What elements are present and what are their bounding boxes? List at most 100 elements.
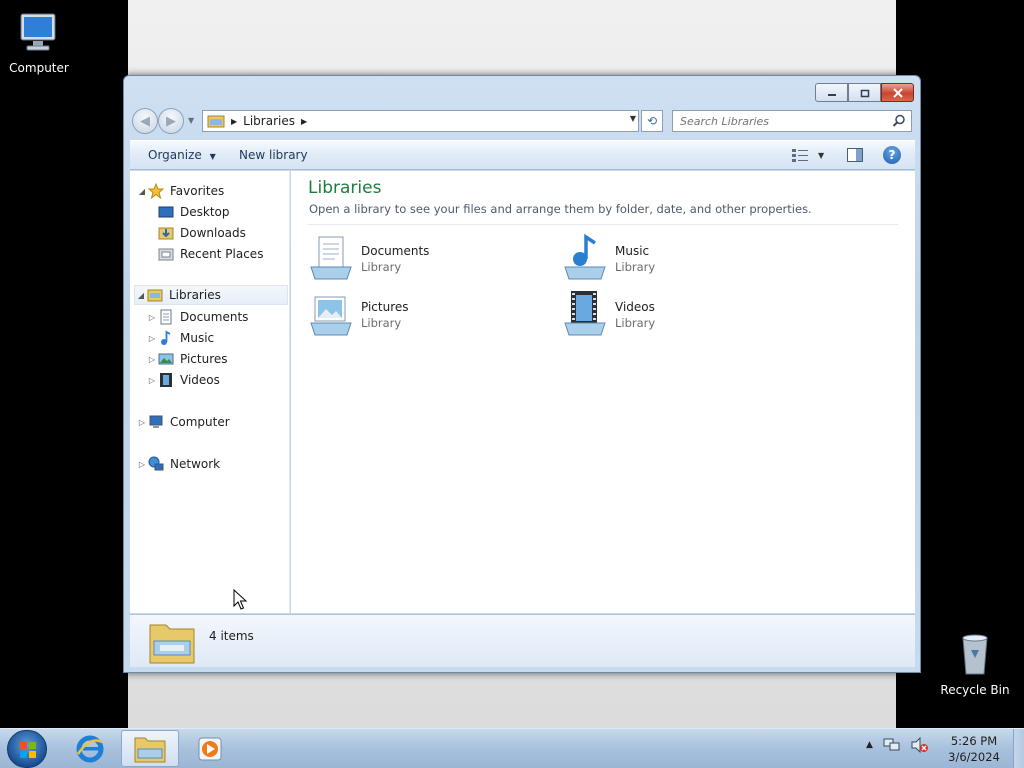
item-count: 4 items: [209, 629, 254, 643]
library-item-documents[interactable]: Documents Library: [307, 233, 527, 283]
network-icon: [148, 456, 164, 471]
documents-icon: [160, 309, 172, 325]
collapsed-arrow-icon[interactable]: ▷: [136, 460, 148, 469]
tree-item-recent-places[interactable]: Recent Places: [158, 244, 263, 264]
content-pane: Libraries Open a library to see your fil…: [291, 171, 915, 613]
pictures-library-icon: [310, 296, 352, 336]
volume-muted-icon[interactable]: [911, 737, 929, 753]
minimize-button[interactable]: [815, 83, 848, 102]
network-status-icon[interactable]: [883, 737, 901, 753]
restore-icon: [860, 89, 869, 97]
show-desktop-button[interactable]: [1013, 729, 1024, 768]
libraries-folder-icon: [149, 624, 195, 664]
tree-item-music[interactable]: ▷ Music: [146, 328, 214, 348]
arrow-left-icon: ◀: [140, 113, 150, 129]
chevron-right-icon[interactable]: ▶: [301, 117, 307, 126]
mouse-cursor-icon: [233, 589, 247, 610]
clock[interactable]: 5:26 PM 3/6/2024: [940, 733, 1008, 765]
desktop-icon: [158, 206, 174, 218]
tree-network[interactable]: ▷ Network: [136, 454, 220, 474]
preview-pane-button[interactable]: [847, 148, 863, 165]
taskbar-windows-explorer[interactable]: [121, 730, 179, 767]
refresh-button[interactable]: ⟲: [641, 110, 663, 132]
tree-item-pictures[interactable]: ▷ Pictures: [146, 349, 228, 369]
desktop-icon-label: Recycle Bin: [940, 683, 1010, 697]
desktop-icon-computer[interactable]: Computer: [0, 8, 81, 75]
tree-favorites[interactable]: ◢ Favorites: [136, 181, 224, 201]
tree-item-desktop[interactable]: Desktop: [158, 202, 230, 222]
tree-label: Network: [170, 457, 221, 471]
recycle-bin-icon: [962, 634, 988, 675]
change-view-button[interactable]: ▼: [792, 148, 824, 162]
library-type: Library: [361, 316, 402, 330]
search-box[interactable]: [672, 110, 912, 132]
tree-item-documents[interactable]: ▷ Documents: [146, 307, 248, 327]
tree-label: Recent Places: [180, 247, 264, 261]
expanded-arrow-icon[interactable]: ◢: [136, 187, 148, 196]
forward-button[interactable]: ▶: [158, 108, 184, 134]
taskbar-internet-explorer[interactable]: [61, 730, 119, 767]
library-name: Documents: [361, 244, 430, 258]
tree-label: Videos: [180, 373, 220, 387]
back-button[interactable]: ◀: [132, 108, 158, 134]
videos-library-icon: [564, 291, 606, 336]
library-item-music[interactable]: Music Library: [561, 233, 781, 283]
refresh-icon: ⟲: [646, 114, 658, 128]
tree-label: Documents: [180, 310, 249, 324]
search-input[interactable]: [680, 114, 880, 128]
close-icon: [892, 87, 903, 98]
close-button[interactable]: [881, 83, 914, 102]
music-library-icon: [564, 233, 606, 280]
windows-explorer-icon: [134, 737, 166, 762]
tree-libraries[interactable]: ◢ Libraries: [134, 285, 288, 305]
navigation-row: ◀ ▶ ▼ ▶ Libraries ▶ ▼ ⟲: [132, 108, 912, 134]
desktop-icon-recycle-bin[interactable]: Recycle Bin: [933, 630, 1017, 697]
music-icon: [161, 330, 171, 345]
library-name: Music: [615, 244, 650, 258]
chevron-down-icon: ▼: [818, 150, 825, 160]
collapsed-arrow-icon[interactable]: ▷: [136, 418, 148, 427]
system-tray: ▲: [866, 737, 929, 753]
search-icon: [892, 114, 905, 127]
tree-label: Downloads: [180, 226, 246, 240]
library-item-pictures[interactable]: Pictures Library: [307, 289, 527, 339]
collapsed-arrow-icon[interactable]: ▷: [146, 355, 158, 364]
address-dropdown-icon[interactable]: ▼: [630, 114, 636, 123]
libraries-folder-icon: [207, 115, 225, 128]
minimize-icon: [827, 93, 836, 96]
tree-label: Music: [180, 331, 215, 345]
divider: [308, 224, 898, 225]
start-button[interactable]: [7, 730, 47, 768]
organize-label: Organize: [148, 148, 202, 162]
downloads-icon: [158, 227, 174, 240]
recent-places-icon: [158, 248, 174, 261]
page-subtitle: Open a library to see your files and arr…: [309, 202, 812, 216]
chevron-right-icon[interactable]: ▶: [231, 117, 237, 126]
tree-item-videos[interactable]: ▷ Videos: [146, 370, 220, 390]
explorer-window: ◀ ▶ ▼ ▶ Libraries ▶ ▼ ⟲ Search Libraries…: [123, 75, 921, 673]
new-library-button[interactable]: New library: [239, 148, 308, 162]
collapsed-arrow-icon[interactable]: ▷: [146, 376, 158, 385]
recent-pages-dropdown[interactable]: ▼: [188, 116, 194, 125]
tree-item-downloads[interactable]: Downloads: [158, 223, 246, 243]
tree-label: Desktop: [180, 205, 230, 219]
breadcrumb-libraries[interactable]: Libraries: [243, 114, 295, 128]
expanded-arrow-icon[interactable]: ◢: [135, 291, 147, 300]
taskbar-media-player[interactable]: [181, 730, 239, 767]
tree-label: Favorites: [170, 184, 225, 198]
help-icon: ?: [888, 148, 896, 162]
details-view-icon: [792, 149, 808, 162]
maximize-button[interactable]: [848, 83, 881, 102]
library-name: Videos: [615, 300, 655, 314]
taskbar: ▲ 5:26 PM 3/6/2024: [0, 728, 1024, 768]
address-bar[interactable]: ▶ Libraries ▶ ▼: [202, 110, 639, 132]
tree-computer[interactable]: ▷ Computer: [136, 412, 230, 432]
collapsed-arrow-icon[interactable]: ▷: [146, 313, 158, 322]
documents-library-icon: [310, 236, 352, 280]
collapsed-arrow-icon[interactable]: ▷: [146, 334, 158, 343]
organize-button[interactable]: Organize ▼: [148, 148, 216, 162]
page-title: Libraries: [308, 178, 382, 198]
library-item-videos[interactable]: Videos Library: [561, 289, 781, 339]
show-hidden-icons-icon[interactable]: ▲: [866, 740, 873, 750]
help-button[interactable]: ?: [883, 146, 901, 164]
